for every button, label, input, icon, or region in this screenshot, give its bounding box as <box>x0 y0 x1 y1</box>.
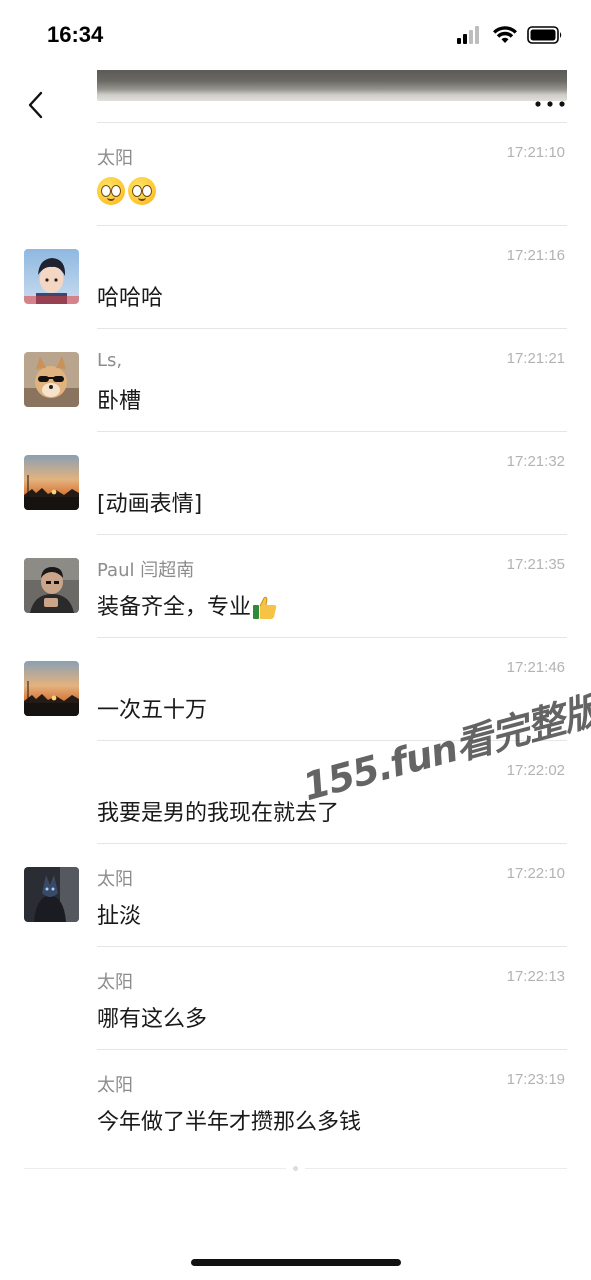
message-text: 一次五十万 <box>97 698 208 723</box>
message-row[interactable]: Ls, 17:21:21 卧槽 <box>0 329 591 432</box>
sunset-avatar-icon <box>24 661 79 716</box>
message-text: 今年做了半年才攒那么多钱 <box>97 1110 362 1135</box>
avatar[interactable] <box>24 558 79 613</box>
message-text: 我要是男的我现在就去了 <box>97 801 340 826</box>
message-time: 17:23:19 <box>506 1071 565 1088</box>
message-time: 17:22:10 <box>506 865 565 882</box>
message-row[interactable]: 太阳 17:21:10 <box>0 123 591 226</box>
sender-name: 太阳 <box>97 148 133 169</box>
avatar[interactable] <box>24 661 79 716</box>
message-time: 17:22:13 <box>506 968 565 985</box>
avatar[interactable] <box>24 867 79 922</box>
battery-icon <box>527 26 562 44</box>
home-indicator[interactable] <box>191 1259 401 1266</box>
avatar[interactable] <box>24 249 79 304</box>
sunset-avatar-icon <box>24 455 79 510</box>
message-time: 17:21:46 <box>506 659 565 676</box>
back-button[interactable] <box>20 86 50 124</box>
sender-name: Paul 闫超南 <box>97 560 195 581</box>
end-separator-right <box>305 1168 567 1169</box>
shared-image-thumbnail[interactable] <box>97 70 567 101</box>
flushed-emoji-icon <box>128 177 156 205</box>
status-time: 16:34 <box>47 22 104 47</box>
avatar[interactable] <box>24 352 79 407</box>
avatar[interactable] <box>24 455 79 510</box>
message-time: 17:21:32 <box>506 453 565 470</box>
message-text: 卧槽 <box>97 389 142 414</box>
more-horizontal-icon <box>535 101 565 107</box>
sender-name: 太阳 <box>97 869 133 890</box>
message-text: 哪有这么多 <box>97 1007 208 1032</box>
message-time: 17:21:10 <box>506 144 565 161</box>
man-phone-avatar-icon <box>24 558 79 613</box>
flushed-emoji-icon <box>97 177 125 205</box>
message-text <box>97 177 159 205</box>
message-row[interactable]: 17:21:32 [动画表情] <box>0 432 591 535</box>
message-text-content: 装备齐全，专业 <box>97 595 252 620</box>
message-text: [动画表情] <box>97 492 203 517</box>
message-time: 17:21:16 <box>506 247 565 264</box>
message-text: 扯淡 <box>97 904 142 929</box>
status-icons <box>457 26 563 44</box>
message-time: 17:21:21 <box>506 350 565 367</box>
anime-boy-avatar-icon <box>24 249 79 304</box>
message-row[interactable]: 17:21:16 哈哈哈 <box>0 226 591 329</box>
dog-sunglasses-avatar-icon <box>24 352 79 407</box>
message-time: 17:22:02 <box>506 762 565 779</box>
sender-name: 太阳 <box>97 972 133 993</box>
message-row[interactable]: Paul 闫超南 17:21:35 装备齐全，专业 <box>0 535 591 638</box>
end-separator-left <box>24 1168 286 1169</box>
message-row[interactable]: 太阳 17:22:13 哪有这么多 <box>0 947 591 1050</box>
message-row[interactable]: 太阳 17:22:10 扯淡 <box>0 844 591 947</box>
message-time: 17:21:35 <box>506 556 565 573</box>
cellular-signal-icon <box>457 26 479 44</box>
wifi-icon <box>493 26 517 43</box>
sender-name: 太阳 <box>97 1075 133 1096</box>
end-separator-dot <box>293 1166 298 1171</box>
message-list[interactable]: 太阳 17:21:10 17:21:16 哈哈哈 Ls, 17:21:21 卧槽… <box>0 123 591 1153</box>
sender-name: Ls, <box>97 350 123 371</box>
message-text: 哈哈哈 <box>97 286 164 311</box>
message-row[interactable]: 太阳 17:23:19 今年做了半年才攒那么多钱 <box>0 1050 591 1153</box>
message-text: 装备齐全，专业 <box>97 589 278 621</box>
thumbs-up-emoji-icon <box>253 596 277 619</box>
status-bar: 16:34 <box>0 0 591 70</box>
dark-figure-avatar-icon <box>24 867 79 922</box>
chevron-left-icon <box>28 91 43 119</box>
